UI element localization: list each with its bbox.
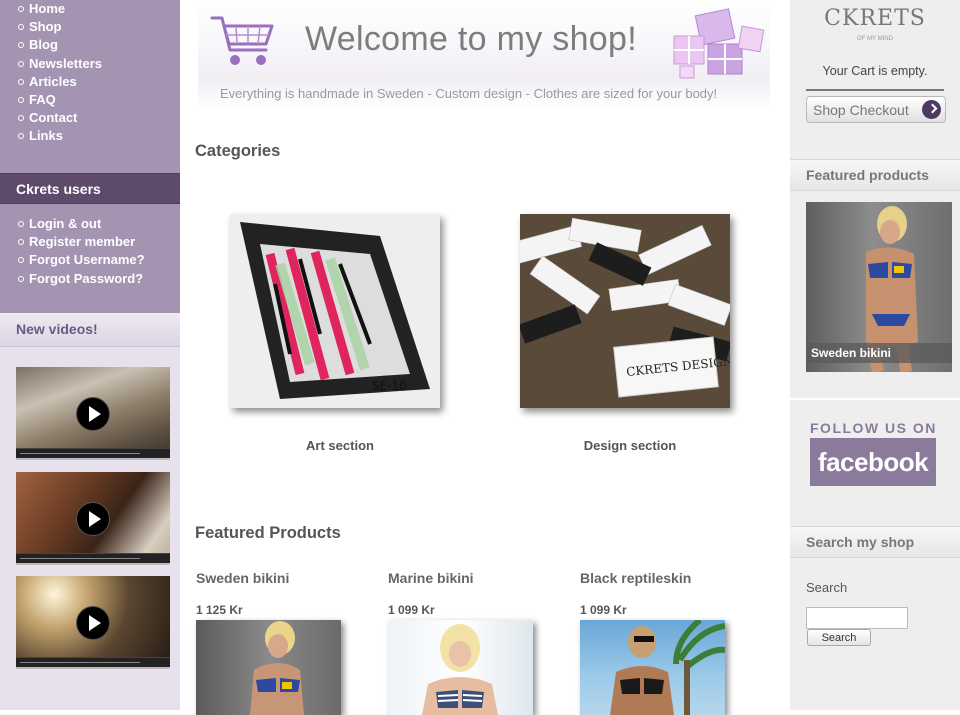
menu-item-home[interactable]: Home <box>0 0 180 18</box>
search-input[interactable] <box>806 607 908 629</box>
menu-item-blog[interactable]: Blog <box>0 36 180 54</box>
bullet-icon <box>18 239 24 246</box>
menu-item-newsletters[interactable]: Newsletters <box>0 55 180 73</box>
left-sidebar: Home Shop Blog Newsletters Articles FAQ … <box>0 0 180 710</box>
video-thumbnail-1[interactable] <box>16 367 170 460</box>
divider <box>806 89 944 91</box>
gift-boxes-icon <box>673 8 765 79</box>
checkout-label: Shop Checkout <box>813 102 909 118</box>
play-icon[interactable] <box>76 606 110 640</box>
users-menu: Login & out Register member Forgot Usern… <box>0 215 180 288</box>
main-menu: Home Shop Blog Newsletters Articles FAQ … <box>0 0 180 146</box>
main-content: Welcome to my shop! Everything is handma… <box>180 0 790 715</box>
menu-item-links[interactable]: Links <box>0 127 180 145</box>
search-heading: Search my shop <box>790 526 960 558</box>
bullet-icon <box>18 78 24 85</box>
bullet-icon <box>18 257 24 264</box>
search-label: Search <box>806 580 848 595</box>
product-price: 1 125 Kr <box>196 603 243 617</box>
bullet-icon <box>18 96 24 103</box>
design-labels-image: CKRETS DESIGN <box>520 214 730 408</box>
menu-item-label: Links <box>29 128 63 144</box>
video-thumbnail-3[interactable] <box>16 576 170 669</box>
bullet-icon <box>18 60 24 67</box>
art-painting-image: SE-10 <box>230 214 440 408</box>
menu-item-articles[interactable]: Articles <box>0 73 180 91</box>
play-icon[interactable] <box>76 397 110 431</box>
menu-item-label: Contact <box>29 110 78 126</box>
logo-text: CKRETS <box>824 6 926 31</box>
menu-item-forgot-username[interactable]: Forgot Username? <box>0 251 180 269</box>
menu-item-label: Register member <box>29 234 136 250</box>
search-button[interactable]: Search <box>807 629 871 646</box>
product-image-black-reptileskin[interactable] <box>580 620 725 715</box>
menu-item-label: FAQ <box>29 91 56 107</box>
menu-item-label: Blog <box>29 37 58 53</box>
follow-us-text: FOLLOW US ON <box>810 420 937 436</box>
play-icon[interactable] <box>76 502 110 536</box>
bullet-icon <box>18 133 24 140</box>
bullet-icon <box>18 42 24 49</box>
categories-title: Categories <box>195 142 281 160</box>
cart-status: Your Cart is empty. <box>822 64 928 78</box>
menu-item-shop[interactable]: Shop <box>0 18 180 36</box>
menu-item-label: Newsletters <box>29 55 102 71</box>
logo-subtext: OF MY MIND <box>857 36 893 42</box>
menu-item-faq[interactable]: FAQ <box>0 91 180 109</box>
design-section-link[interactable]: Design section <box>525 438 735 453</box>
bullet-icon <box>18 221 24 227</box>
featured-product-caption[interactable]: Sweden bikini <box>806 343 952 363</box>
menu-item-register[interactable]: Register member <box>0 233 180 251</box>
shop-checkout-button[interactable]: Shop Checkout <box>806 96 946 123</box>
menu-item-label: Login & out <box>29 216 102 231</box>
video-controls-bar <box>16 553 170 563</box>
product-image-marine-bikini[interactable] <box>388 620 533 715</box>
design-section-image[interactable]: CKRETS DESIGN <box>520 214 730 408</box>
right-sidebar: CKRETS OF MY MIND Your Cart is empty. Sh… <box>790 0 960 710</box>
video-thumbnail-2[interactable] <box>16 472 170 565</box>
featured-products-heading: Featured products <box>790 159 960 191</box>
menu-item-contact[interactable]: Contact <box>0 109 180 127</box>
menu-item-label: Forgot Username? <box>29 252 145 268</box>
bullet-icon <box>18 24 24 31</box>
art-signature: SE-10 <box>372 379 407 393</box>
bullet-icon <box>18 115 24 122</box>
featured-product-card[interactable]: Sweden bikini <box>806 202 952 372</box>
video-controls-bar <box>16 448 170 458</box>
banner-tagline: Everything is handmade in Sweden - Custo… <box>220 86 718 101</box>
bullet-icon <box>18 275 24 282</box>
banner-title: Welcome to my shop! <box>305 20 637 58</box>
art-section-link[interactable]: Art section <box>235 438 445 453</box>
product-photo <box>422 624 498 715</box>
menu-item-login[interactable]: Login & out <box>0 215 180 233</box>
menu-item-label: Articles <box>29 73 77 89</box>
product-image-sweden-bikini[interactable] <box>196 620 341 715</box>
ckrets-logo[interactable]: CKRETS OF MY MIND <box>806 2 944 44</box>
product-photo <box>610 620 725 715</box>
menu-item-label: Home <box>29 1 66 16</box>
product-photo <box>250 621 304 715</box>
menu-item-label: Forgot Password? <box>29 270 144 286</box>
videos-heading: New videos! <box>0 313 180 347</box>
art-section-image[interactable]: SE-10 <box>230 214 440 408</box>
product-price: 1 099 Kr <box>580 603 627 617</box>
shopping-cart-icon <box>210 16 274 65</box>
welcome-banner: Welcome to my shop! Everything is handma… <box>198 0 770 110</box>
divider <box>790 398 960 400</box>
bullet-icon <box>18 6 24 12</box>
product-name-link[interactable]: Marine bikini <box>388 570 474 586</box>
menu-item-forgot-password[interactable]: Forgot Password? <box>0 270 180 288</box>
product-name-link[interactable]: Sweden bikini <box>196 570 289 586</box>
arrow-right-icon <box>922 100 941 119</box>
users-heading: Ckrets users <box>0 173 180 204</box>
facebook-link[interactable]: facebook <box>810 438 936 486</box>
featured-products-title: Featured Products <box>195 524 341 542</box>
product-price: 1 099 Kr <box>388 603 435 617</box>
menu-item-label: Shop <box>29 19 62 35</box>
video-controls-bar <box>16 657 170 667</box>
product-name-link[interactable]: Black reptileskin <box>580 570 691 586</box>
